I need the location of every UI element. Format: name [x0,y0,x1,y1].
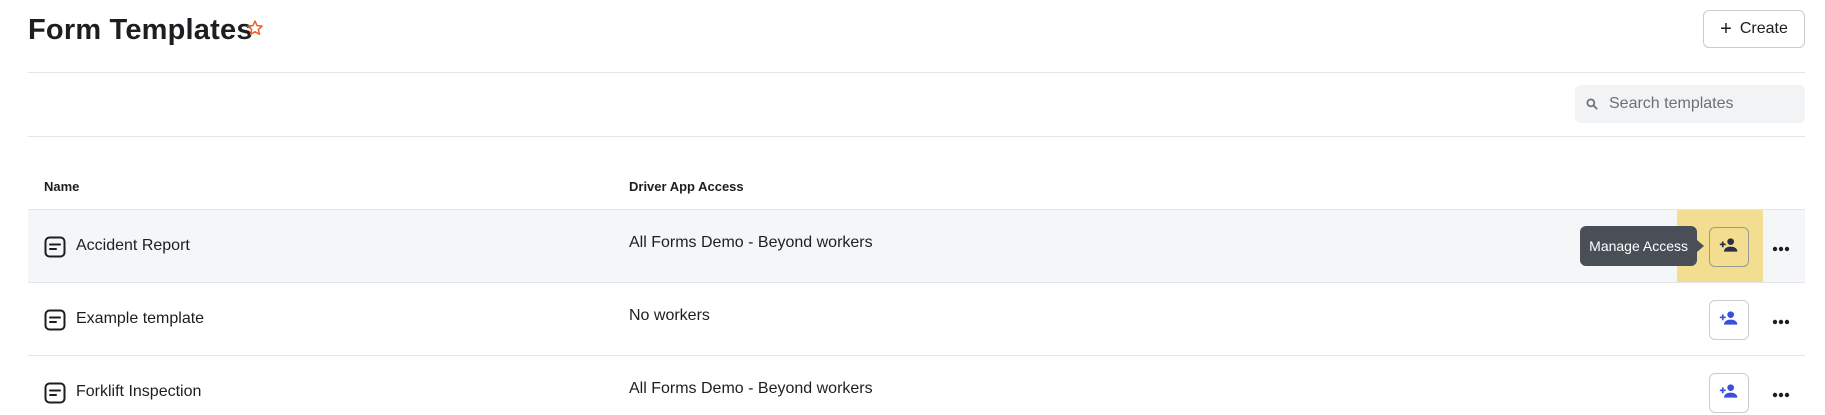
driver-app-access: All Forms Demo - Beyond workers [629,234,873,251]
person-add-icon [1719,310,1739,331]
manage-access-button[interactable] [1709,227,1749,267]
search-input[interactable]: Search templates [1575,85,1805,123]
create-button[interactable]: + Create [1703,10,1805,48]
table-header: Name Driver App Access [28,170,1805,210]
page-title: Form Templates [28,14,253,46]
table-row[interactable]: Accident Report All Forms Demo - Beyond … [28,209,1805,282]
star-outline-icon[interactable] [246,16,270,40]
template-name[interactable]: Example template [76,310,204,328]
more-actions-button[interactable] [1765,232,1797,264]
more-horizontal-icon [1772,239,1790,257]
more-horizontal-icon [1772,385,1790,403]
table-row[interactable]: Example template No workers [28,282,1805,355]
manage-access-button[interactable] [1709,300,1749,340]
column-header-driver-app-access[interactable]: Driver App Access [629,179,744,194]
plus-icon: + [1720,18,1732,40]
form-template-icon [44,382,66,404]
driver-app-access: No workers [629,307,710,324]
more-actions-button[interactable] [1765,305,1797,337]
search-placeholder: Search templates [1609,95,1734,112]
person-add-icon [1719,237,1739,258]
table-row[interactable]: Forklift Inspection All Forms Demo - Bey… [28,355,1805,415]
form-template-icon [44,236,66,258]
template-name[interactable]: Forklift Inspection [76,383,201,401]
search-divider [28,136,1805,137]
header-divider [28,72,1805,73]
search-icon [1585,97,1599,111]
page-header: Form Templates + Create [28,8,1805,64]
person-add-icon [1719,383,1739,404]
create-button-label: Create [1739,20,1788,37]
form-templates-page: Form Templates + Create Search templates… [0,0,1825,415]
more-horizontal-icon [1772,312,1790,330]
manage-access-tooltip: Manage Access [1580,226,1704,266]
form-template-icon [44,309,66,331]
driver-app-access: All Forms Demo - Beyond workers [629,380,873,397]
template-name[interactable]: Accident Report [76,237,190,255]
column-header-name[interactable]: Name [44,179,79,194]
more-actions-button[interactable] [1765,378,1797,410]
manage-access-button[interactable] [1709,373,1749,413]
